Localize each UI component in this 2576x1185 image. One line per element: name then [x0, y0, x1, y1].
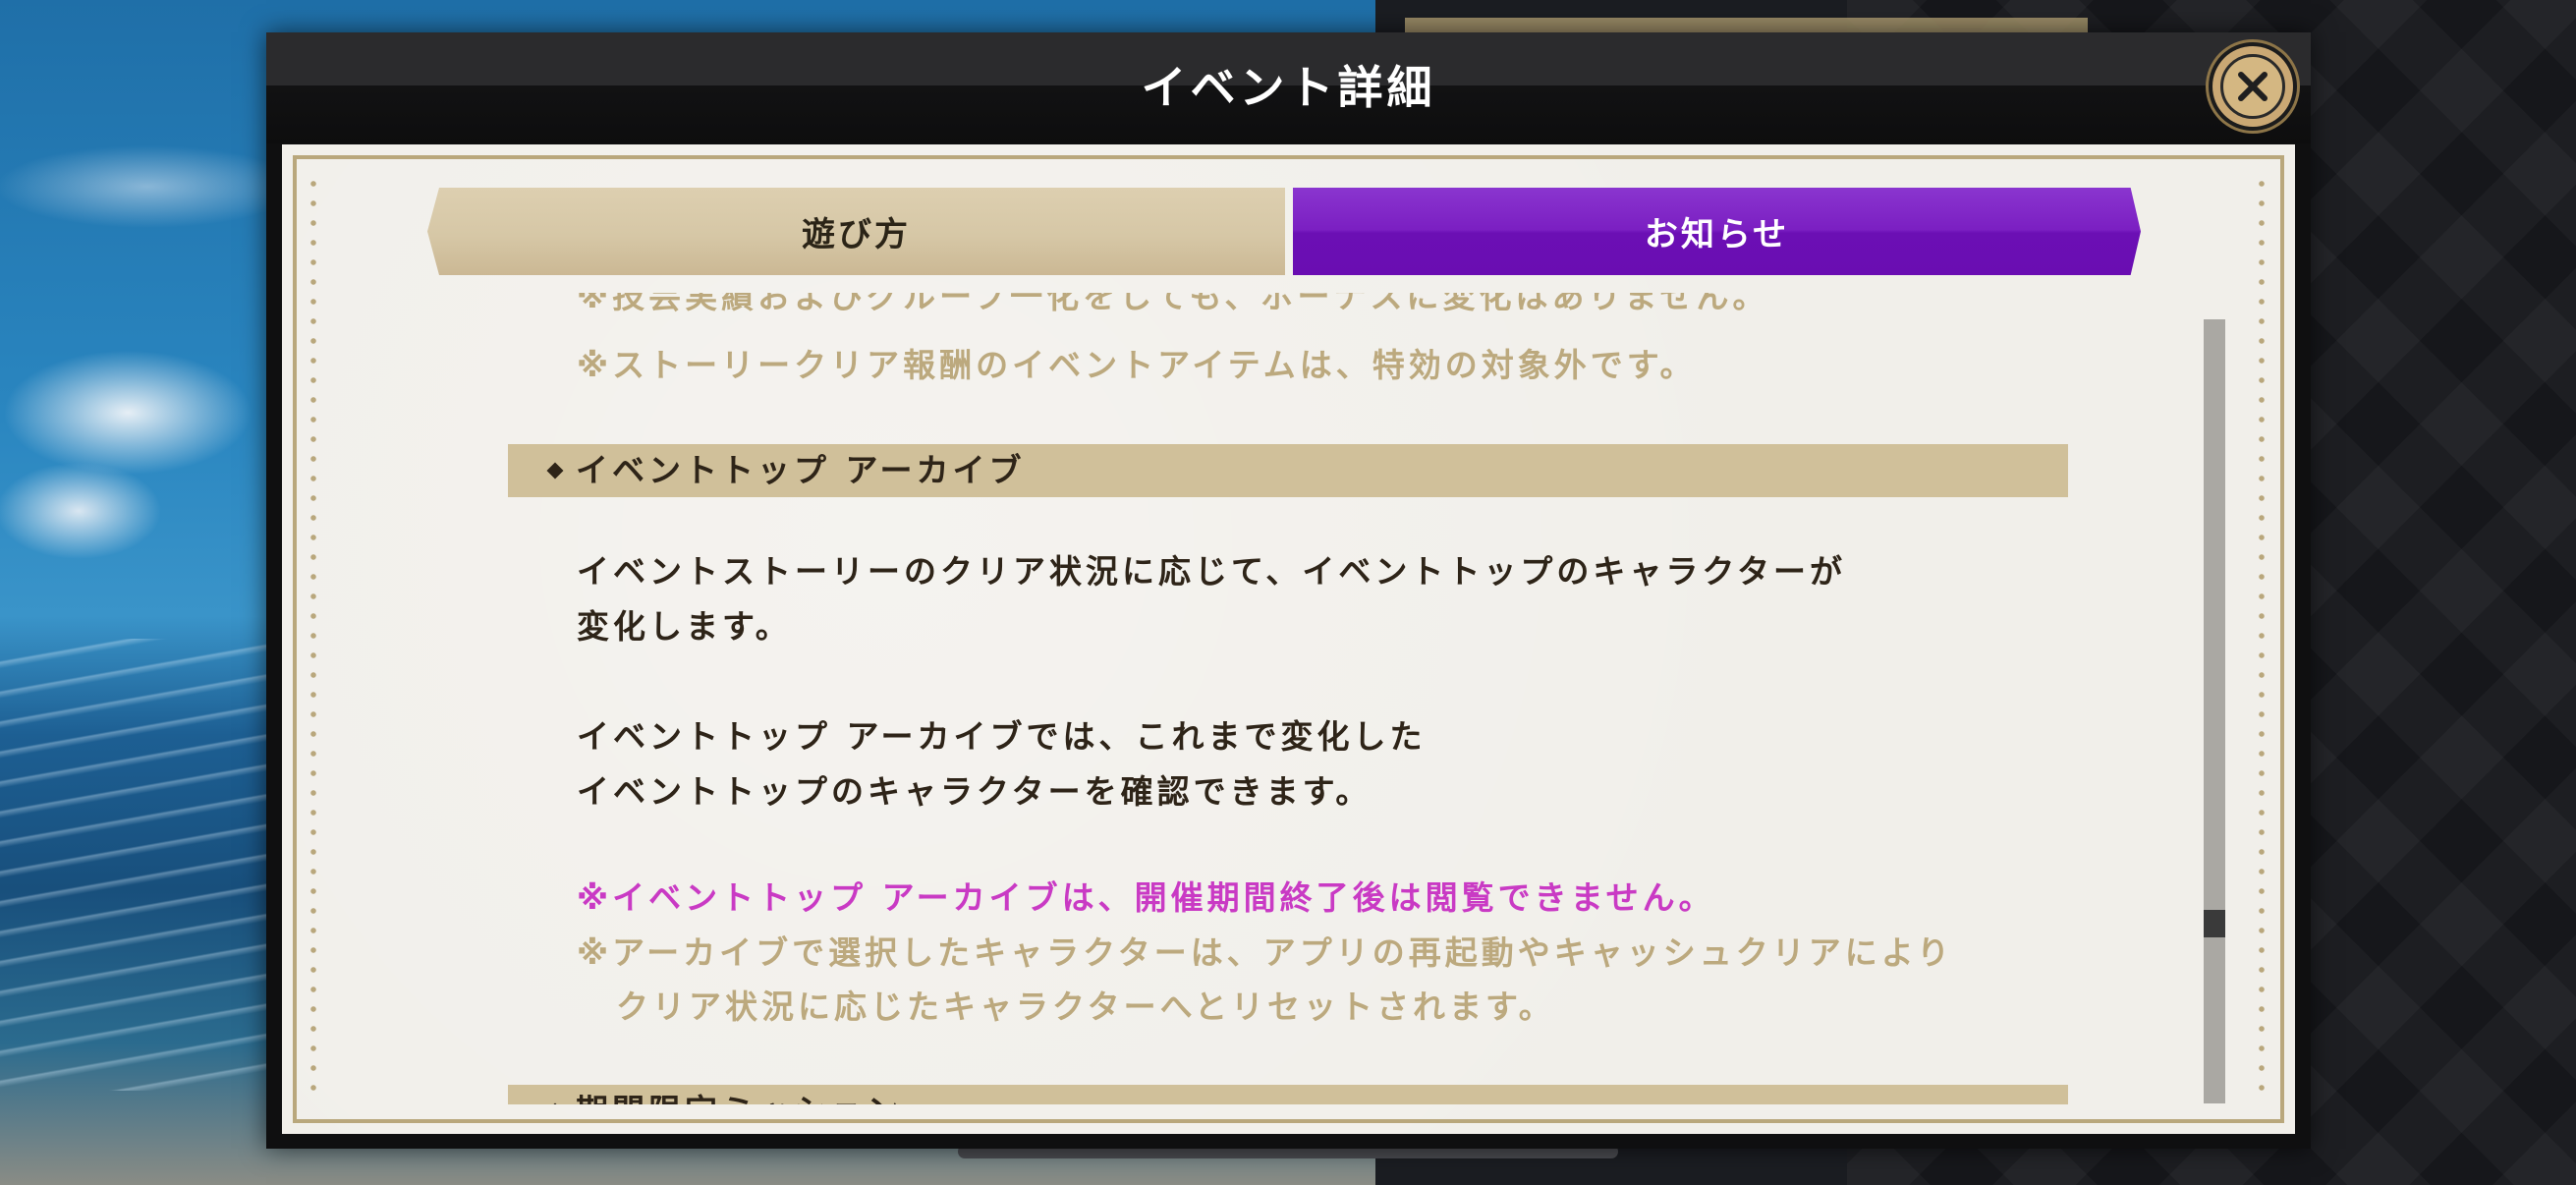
close-button[interactable] [2212, 46, 2293, 127]
scrollbar-track[interactable] [2204, 319, 2225, 1103]
archive-warning: ※イベントトップ アーカイブは、開催期間終了後は閲覧できません。 [577, 878, 1715, 917]
cut-off-note-line: ※技芸実績およびグループ一化をしても、ボーナスに変化はありません。 [577, 293, 1769, 315]
modal-header: イベント詳細 [266, 32, 2311, 143]
archive-note-line2: クリア状況に応じたキャラクターへとリセットされます。 [616, 988, 1555, 1026]
archive-paragraph2-line1: イベントトップ アーカイブでは、これまで変化した [577, 717, 1427, 756]
notice-scroll-area[interactable]: ※技芸実績およびグループ一化をしても、ボーナスに変化はありません。 ※ストーリー… [491, 293, 2083, 1104]
section-heading-limited-mission-text: 期間限定ミッション [576, 1092, 903, 1104]
tab-notice[interactable]: お知らせ [1293, 188, 2141, 275]
archive-paragraph1-line2: 変化します。 [577, 607, 792, 646]
tab-how-to-play[interactable]: 遊び方 [427, 188, 1285, 275]
game-screen: イベント詳細 遊び方 お知らせ ※技芸実績およびグループ一化をしても、ボーナスに… [0, 0, 2576, 1185]
tab-how-to-play-label: 遊び方 [802, 215, 911, 254]
close-icon [2220, 54, 2285, 119]
section-heading-archive: イベントトップ アーカイブ [508, 444, 2068, 497]
modal-title: イベント詳細 [1141, 61, 1436, 114]
note-story-reward: ※ストーリークリア報酬のイベントアイテムは、特効の対象外です。 [577, 346, 1697, 384]
section-heading-limited-mission: 期間限定ミッション [508, 1085, 2068, 1104]
archive-paragraph2-line2: イベントトップのキャラクターを確認できます。 [577, 772, 1372, 811]
scrollbar-thumb[interactable] [2204, 910, 2225, 937]
section-heading-archive-text: イベントトップ アーカイブ [576, 451, 1026, 489]
archive-note-line1: ※アーカイブで選択したキャラクターは、アプリの再起動やキャッシュクリアにより [577, 933, 1954, 972]
panel-dot-border-right [2259, 174, 2265, 1102]
tab-notice-label: お知らせ [1644, 215, 1790, 254]
background-waves [0, 639, 295, 1091]
panel-dot-border-left [310, 174, 316, 1102]
archive-paragraph1-line1: イベントストーリーのクリア状況に応じて、イベントトップのキャラクターが [577, 552, 1847, 591]
